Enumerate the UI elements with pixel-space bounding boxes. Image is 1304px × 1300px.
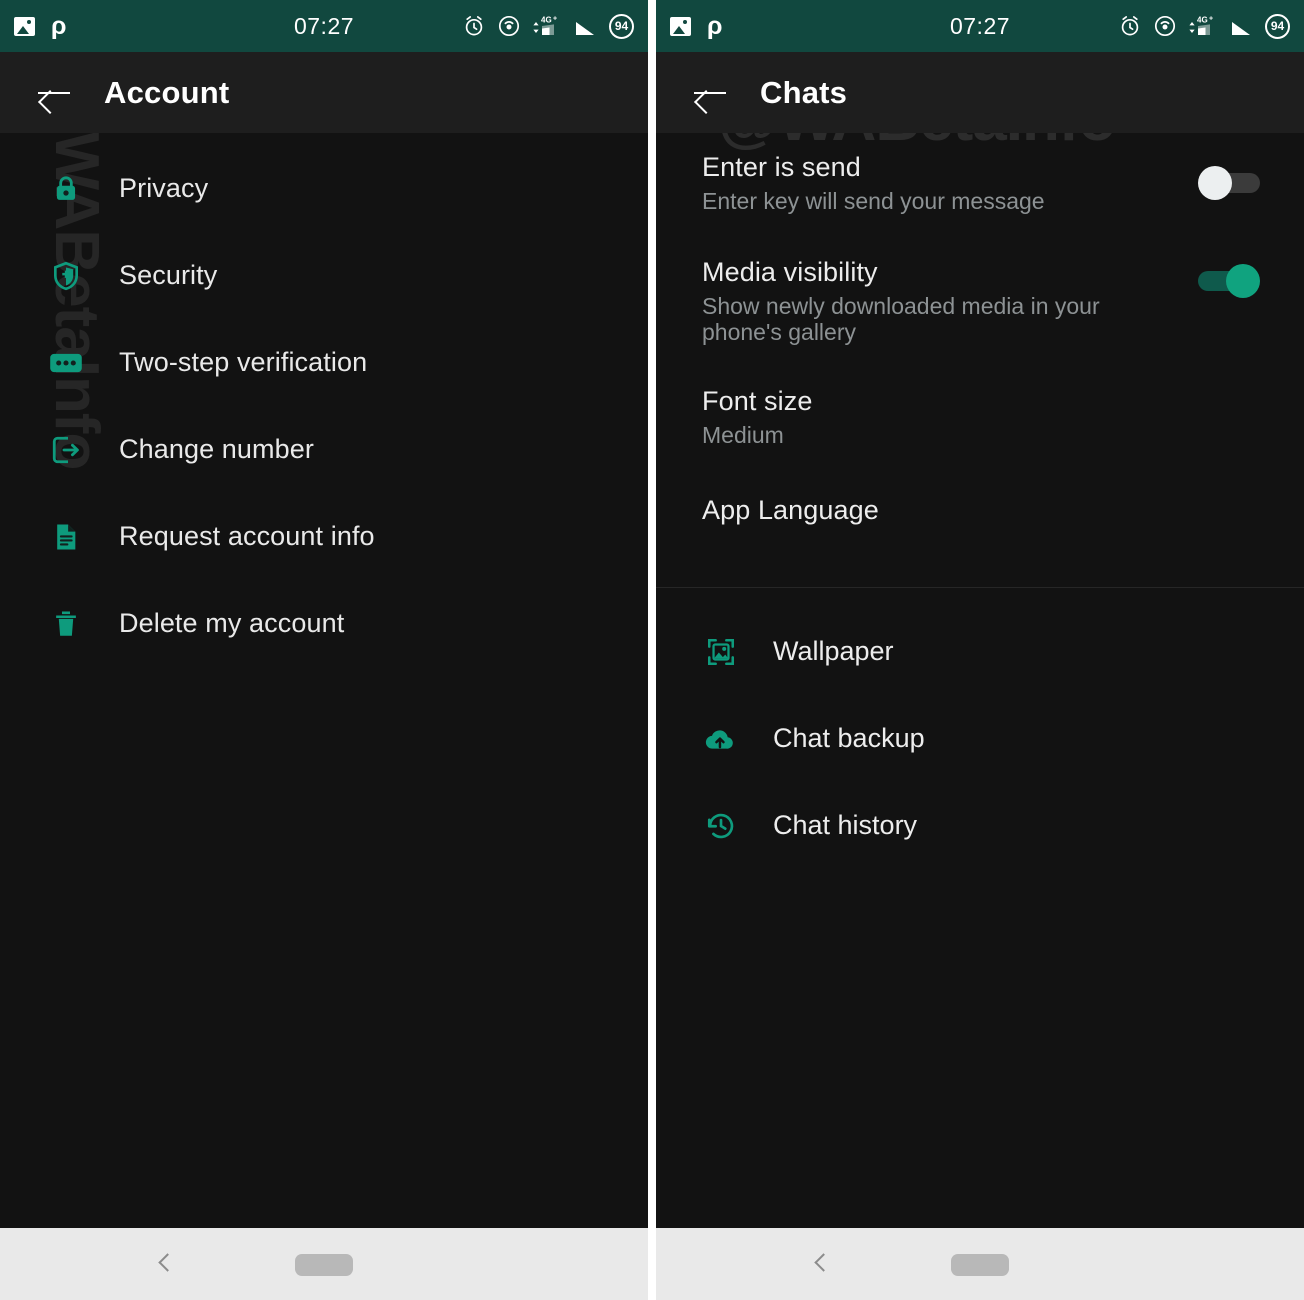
alarm-clock-icon [465,16,483,36]
setting-title: Font size [702,386,813,416]
signal-bars-icon [576,22,594,35]
setting-title: Media visibility [702,256,878,287]
nav-back-chevron-icon[interactable] [814,1253,826,1275]
shield-icon [47,260,85,292]
sidebar-item-label: Request account info [119,521,375,551]
setting-label: Wallpaper [773,636,894,666]
status-bar-left-icons: ρ [14,11,67,40]
toggle-knob [1226,264,1260,298]
svg-text:4G: 4G [1197,16,1208,25]
android-nav-bar-left [0,1228,648,1300]
battery-icon: 94 [609,13,634,39]
status-bar-left: ρ 07:27 4G + 94 [0,0,648,52]
battery-icon: 94 [1265,13,1290,39]
svg-text:+: + [553,16,557,23]
setting-subtitle: Enter key will send your message [702,188,1045,214]
back-arrow-icon[interactable] [38,80,72,106]
battery-level: 94 [614,19,629,33]
setting-subtitle: Show newly downloaded media in your phon… [702,292,1100,345]
nav-home-pill-icon[interactable] [951,1254,1009,1276]
cloud-upload-icon [701,723,741,755]
setting-label: Chat backup [773,723,925,753]
status-bar-right-icons: 4G + 94 [462,13,634,39]
toggle-knob [1198,166,1232,200]
wallpaper-icon [701,636,741,668]
setting-row-font-size[interactable]: Font size Medium [656,368,1304,466]
toggle-enter-is-send[interactable] [1198,166,1260,200]
hotspot-icon [1154,15,1176,37]
chats-settings-list: Enter is send Enter key will send your m… [656,133,1304,869]
left-phone-screen: ρ 07:27 4G + 94 Account @WABetaInfo Priv… [0,0,648,1300]
p-app-icon: ρ [707,11,723,40]
setting-title: App Language [702,494,879,525]
nav-home-pill-icon[interactable] [295,1254,353,1276]
sidebar-item-label: Two-step verification [119,347,368,377]
page-title: Account [104,74,230,110]
page-title: Chats [760,74,848,110]
setting-row-chat-history[interactable]: Chat history [656,782,1304,869]
svg-text:+: + [1209,16,1213,23]
p-app-icon: ρ [51,11,67,40]
app-bar-left: Account [0,52,648,133]
sidebar-item-delete-my-account[interactable]: Delete my account [0,580,648,667]
setting-row-app-language[interactable]: App Language [656,466,1304,554]
photo-icon [14,16,35,36]
setting-value: Medium [702,422,784,448]
sidebar-item-label: Change number [119,434,314,464]
signal-4g-icon: 4G + [1189,16,1213,35]
back-arrow-icon[interactable] [694,80,728,106]
dual-screenshot-container: ρ 07:27 4G + 94 Account @WABetaInfo Priv… [0,0,1304,1300]
sidebar-item-two-step-verification[interactable]: Two-step verification [0,319,648,406]
status-bar-right: ρ 07:27 4G + 94 [656,0,1304,52]
app-bar-right: Chats [656,52,1304,133]
sidebar-item-change-number[interactable]: Change number [0,406,648,493]
sidebar-item-label: Security [119,260,218,290]
nav-back-chevron-icon[interactable] [158,1253,170,1275]
setting-row-enter-is-send[interactable]: Enter is send Enter key will send your m… [656,133,1304,233]
account-settings-list: Privacy Security Two-step verification C… [0,133,648,667]
sidebar-item-request-account-info[interactable]: Request account info [0,493,648,580]
setting-label: Chat history [773,810,918,840]
toggle-media-visibility[interactable] [1198,264,1260,298]
document-icon [47,521,85,553]
sidebar-item-security[interactable]: Security [0,232,648,319]
svg-text:4G: 4G [541,16,552,25]
status-bar-left-icons: ρ [670,11,723,40]
change-number-icon [47,434,85,466]
sidebar-item-label: Privacy [119,173,209,203]
sidebar-item-label: Delete my account [119,608,345,638]
setting-row-wallpaper[interactable]: Wallpaper [656,608,1304,695]
android-nav-bar-right [656,1228,1304,1300]
status-bar-right-icons: 4G + 94 [1118,13,1290,39]
photo-icon [670,16,691,36]
setting-row-chat-backup[interactable]: Chat backup [656,695,1304,782]
setting-title: Enter is send [702,152,861,182]
passcode-dots-icon [47,349,85,377]
lock-icon [47,173,85,205]
right-phone-screen: ρ 07:27 4G + 94 Chats Enter is send Ente… [656,0,1304,1300]
alarm-clock-icon [1121,16,1139,36]
trash-icon [47,608,85,640]
battery-level: 94 [1270,19,1285,33]
setting-row-media-visibility[interactable]: Media visibility Show newly downloaded m… [656,233,1304,368]
signal-4g-icon: 4G + [533,16,557,35]
sidebar-item-privacy[interactable]: Privacy [0,145,648,232]
signal-bars-icon [1232,22,1250,35]
hotspot-icon [498,15,520,37]
history-clock-icon [701,810,741,842]
screen-separator [648,0,656,1300]
